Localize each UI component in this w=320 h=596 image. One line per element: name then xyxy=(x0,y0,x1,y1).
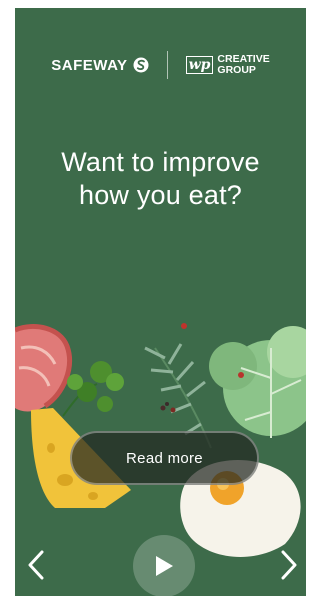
parsley-illustration xyxy=(62,361,124,417)
headline-line-1: Want to improve xyxy=(61,147,260,177)
cabbage-illustration xyxy=(209,326,306,438)
wp-line-group: GROUP xyxy=(217,64,256,76)
next-slide-button[interactable] xyxy=(278,548,300,582)
chevron-right-icon xyxy=(281,550,297,580)
safeway-logo: SAFEWAY xyxy=(51,56,149,74)
safeway-wordmark: SAFEWAY xyxy=(51,56,128,74)
headline: Want to improve how you eat? xyxy=(15,146,306,212)
read-more-label: Read more xyxy=(126,449,203,467)
salmon-steak-illustration xyxy=(15,324,73,412)
read-more-button[interactable]: Read more xyxy=(70,431,259,485)
play-button[interactable] xyxy=(133,535,195,596)
previous-slide-button[interactable] xyxy=(25,548,47,582)
wp-wordmark: CREATIVE GROUP xyxy=(217,54,269,76)
wp-mark: wp xyxy=(185,56,214,74)
headline-line-2: how you eat? xyxy=(78,180,243,210)
play-icon xyxy=(156,556,173,576)
brand-divider xyxy=(166,51,168,79)
wp-creative-group-logo: wp CREATIVE GROUP xyxy=(185,54,270,76)
brand-bar: SAFEWAY wp CREATIVE GROUP xyxy=(15,48,306,82)
ad-card: SAFEWAY wp CREATIVE GROUP Want to improv… xyxy=(15,8,306,596)
chevron-left-icon xyxy=(28,550,44,580)
safeway-s-icon xyxy=(133,57,149,73)
